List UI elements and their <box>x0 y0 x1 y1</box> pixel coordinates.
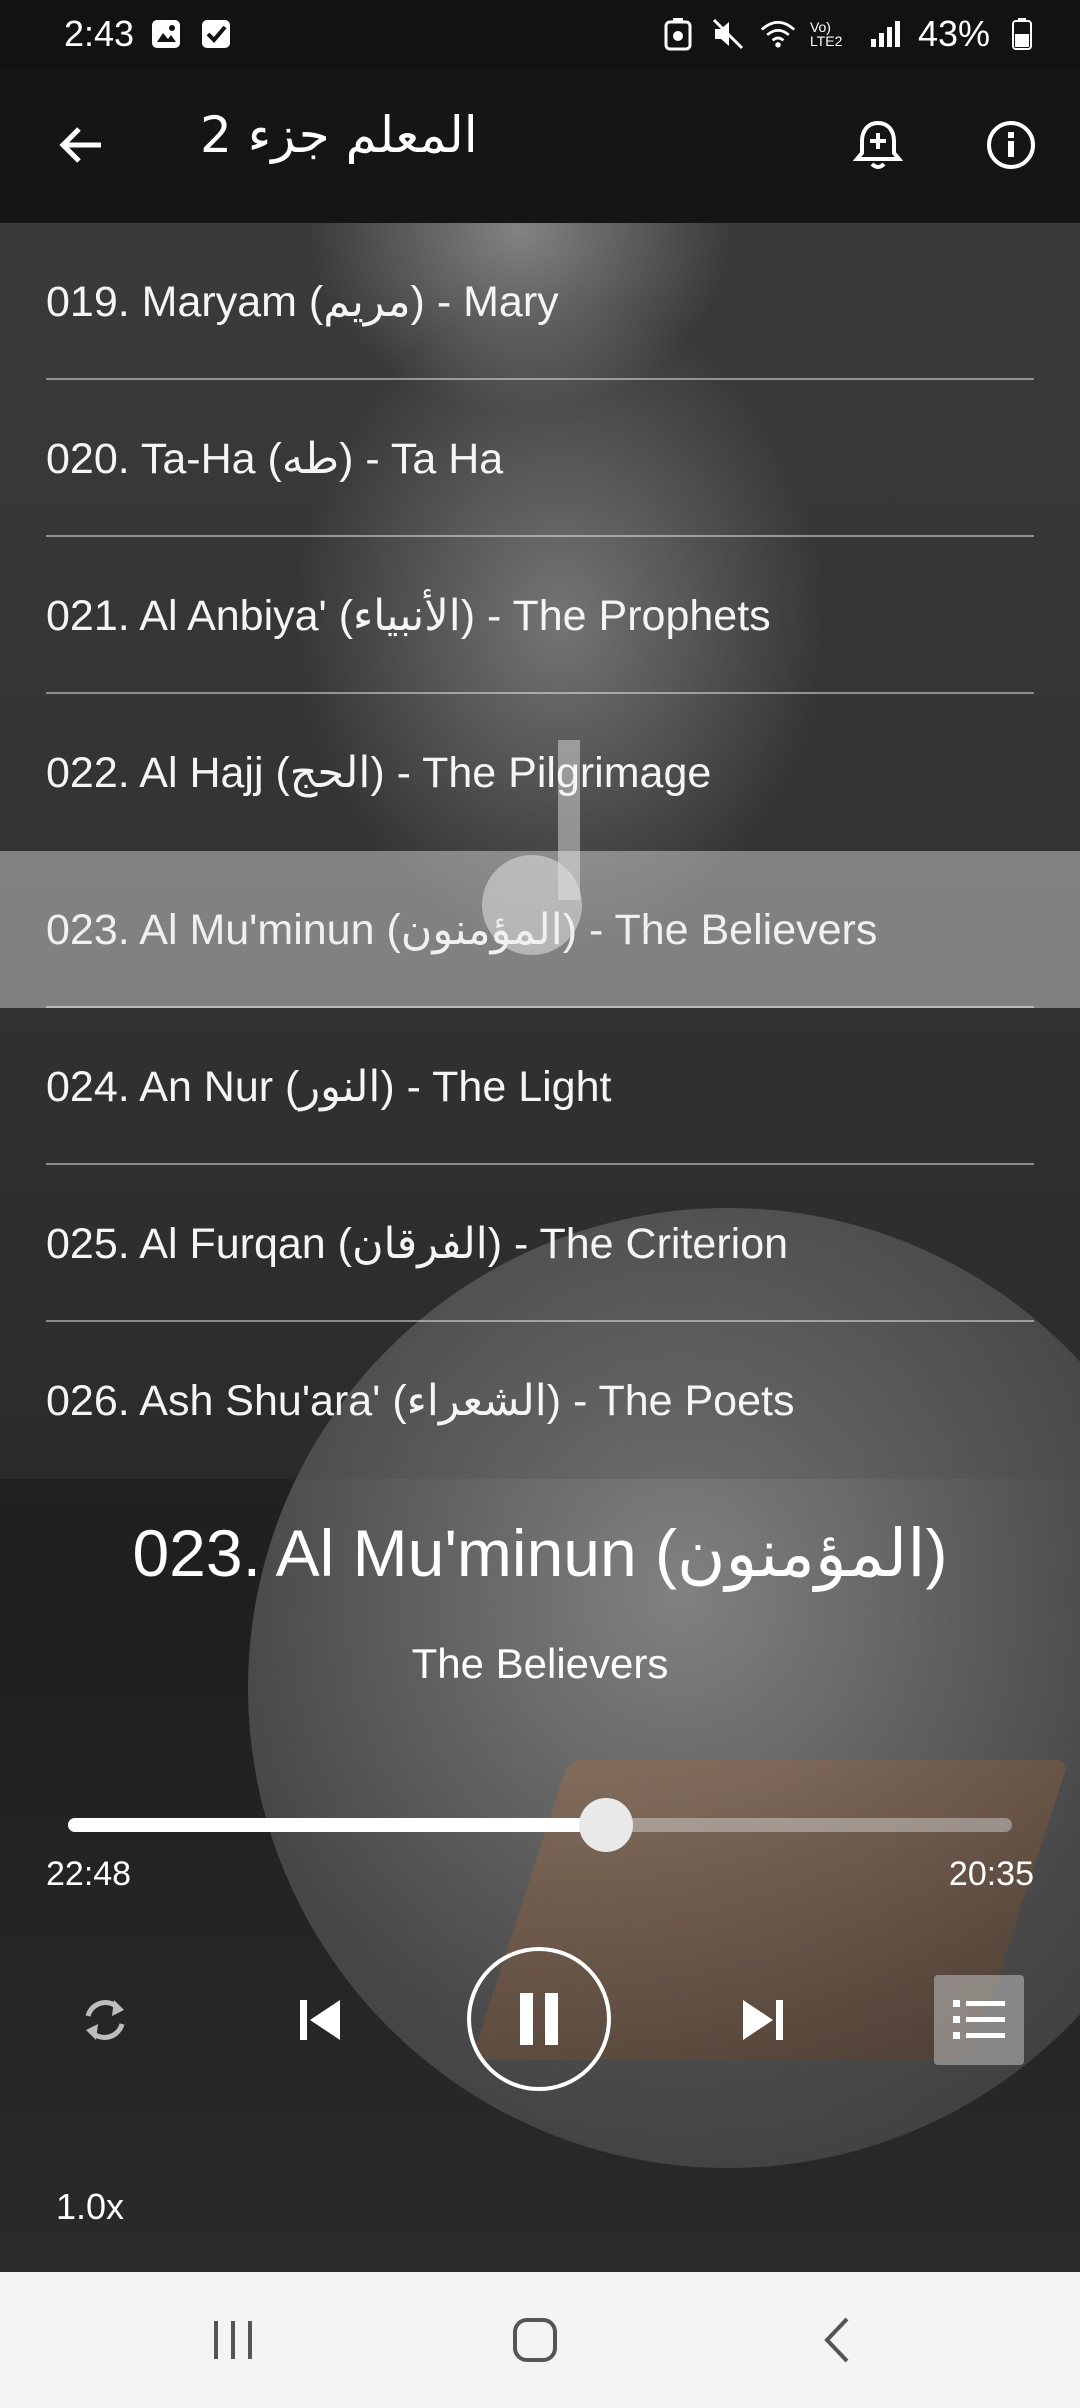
list-item[interactable]: 026. Ash Shu'ara' (الشعراء) - The Poets <box>0 1322 1080 1479</box>
now-playing-title: 023. Al Mu'minun (المؤمنون) <box>132 1516 948 1590</box>
seek-bar-progress <box>68 1818 607 1832</box>
list-item-active[interactable]: 023. Al Mu'minun (المؤمنون) - The Believ… <box>0 851 1080 1008</box>
repeat-button[interactable] <box>70 1990 140 2050</box>
pause-icon <box>520 1993 558 2045</box>
alarm-add-icon <box>853 120 903 169</box>
list-item-label: 026. Ash Shu'ara' (الشعراء) - The Poets <box>46 1376 795 1425</box>
list-item-label: 025. Al Furqan (الفرقان) - The Criterion <box>46 1219 789 1268</box>
skip-next-icon <box>743 2000 783 2040</box>
signal-icon <box>868 16 904 52</box>
battery-percent: 43% <box>917 13 990 54</box>
playback-speed[interactable]: 1.0x <box>56 2186 124 2228</box>
status-bar: 2:43 Vo) LTE2 43% <box>0 0 1080 68</box>
pause-button[interactable] <box>467 1947 611 2091</box>
gallery-notification-icon <box>148 16 184 52</box>
list-item-label: 024. An Nur (النور) - The Light <box>46 1062 612 1111</box>
recycle-icon <box>660 16 696 52</box>
surah-list: 019. Maryam (مريم) - Mary 020. Ta-Ha (طه… <box>0 223 1080 1479</box>
system-nav-bar <box>0 2272 1080 2408</box>
status-time: 2:43 <box>64 13 135 54</box>
app-bar: المعلم جزء 2 <box>0 68 1080 223</box>
playlist-icon <box>953 2000 1005 2039</box>
recent-apps-button[interactable] <box>198 2308 268 2372</box>
info-button[interactable] <box>978 112 1044 178</box>
list-item[interactable]: 022. Al Hajj (الحج) - The Pilgrimage <box>0 694 1080 851</box>
info-icon <box>987 121 1035 169</box>
home-button[interactable] <box>500 2308 570 2372</box>
list-item[interactable]: 020. Ta-Ha (طه) - Ta Ha <box>0 380 1080 537</box>
wifi-icon <box>760 16 796 52</box>
list-item[interactable]: 021. Al Anbiya' (الأنبياء) - The Prophet… <box>0 537 1080 694</box>
previous-button[interactable] <box>290 1988 350 2052</box>
mute-icon <box>710 16 746 52</box>
playlist-button[interactable] <box>934 1975 1024 2065</box>
skip-previous-icon <box>300 2000 340 2040</box>
next-button[interactable] <box>733 1988 793 2052</box>
recent-apps-icon <box>214 2321 252 2359</box>
page-title: المعلم جزء 2 <box>200 106 478 164</box>
back-button[interactable] <box>48 112 114 178</box>
now-playing-subtitle: The Believers <box>411 1640 669 1687</box>
arrow-left-icon <box>59 127 101 163</box>
list-item-label: 022. Al Hajj (الحج) - The Pilgrimage <box>46 748 712 797</box>
seek-bar-thumb[interactable] <box>579 1798 634 1852</box>
repeat-icon <box>85 2000 125 2040</box>
list-item[interactable]: 024. An Nur (النور) - The Light <box>0 1008 1080 1165</box>
list-item-label: 021. Al Anbiya' (الأنبياء) - The Prophet… <box>46 591 771 640</box>
battery-icon <box>1004 16 1040 52</box>
check-notification-icon <box>198 16 234 52</box>
home-icon <box>513 2318 557 2362</box>
chevron-left-icon <box>824 2317 849 2363</box>
system-back-button[interactable] <box>802 2308 872 2372</box>
list-item-label: 019. Maryam (مريم) - Mary <box>46 277 559 326</box>
seek-bar[interactable] <box>68 1798 1012 1852</box>
network-label: Vo) LTE2 <box>809 19 843 49</box>
add-alarm-button[interactable] <box>845 112 911 178</box>
elapsed-time: 22:48 <box>46 1855 132 1893</box>
list-item[interactable]: 025. Al Furqan (الفرقان) - The Criterion <box>0 1165 1080 1322</box>
list-item[interactable]: 019. Maryam (مريم) - Mary <box>0 223 1080 380</box>
remaining-time: 20:35 <box>948 1855 1034 1893</box>
list-item-label: 023. Al Mu'minun (المؤمنون) - The Believ… <box>46 905 878 954</box>
list-item-label: 020. Ta-Ha (طه) - Ta Ha <box>46 434 504 483</box>
